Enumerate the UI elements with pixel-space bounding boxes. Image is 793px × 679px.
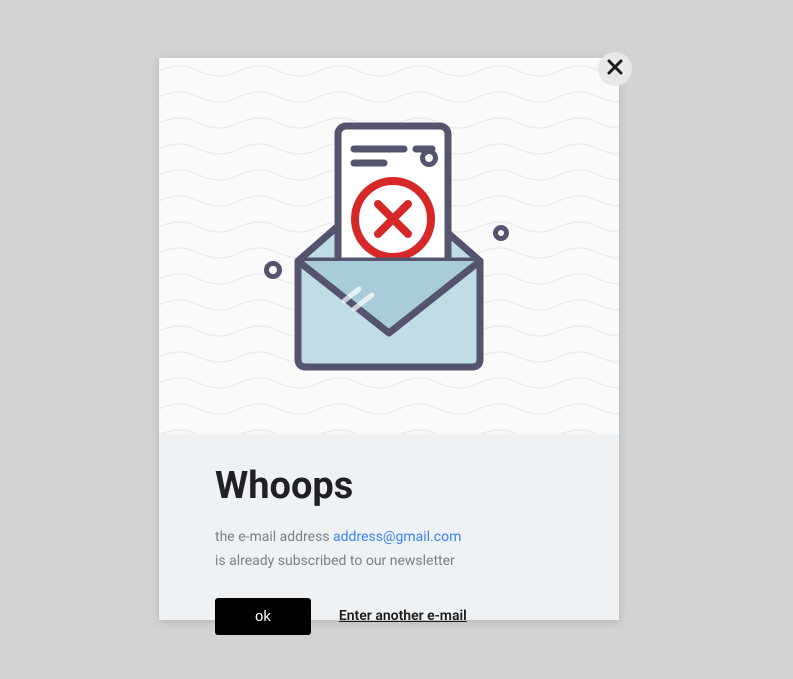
modal-message: the e-mail address address@gmail.com is … xyxy=(215,526,563,574)
decorative-dot-icon xyxy=(493,225,509,241)
ok-button[interactable]: ok xyxy=(215,598,311,635)
enter-another-email-link[interactable]: Enter another e-mail xyxy=(339,608,467,624)
email-address: address@gmail.com xyxy=(333,529,461,545)
decorative-dot-icon xyxy=(264,261,282,279)
close-button[interactable] xyxy=(598,52,632,86)
illustration-area xyxy=(159,58,619,434)
modal-actions: ok Enter another e-mail xyxy=(215,598,563,635)
message-prefix: the e-mail address xyxy=(215,529,333,545)
envelope-error-icon xyxy=(284,111,494,381)
message-suffix: is already subscribed to our newsletter xyxy=(215,553,455,569)
error-modal: Whoops the e-mail address address@gmail.… xyxy=(159,58,619,620)
modal-title: Whoops xyxy=(215,464,563,508)
modal-content: Whoops the e-mail address address@gmail.… xyxy=(159,434,619,665)
close-icon xyxy=(607,59,623,79)
decorative-dot-icon xyxy=(420,149,438,167)
